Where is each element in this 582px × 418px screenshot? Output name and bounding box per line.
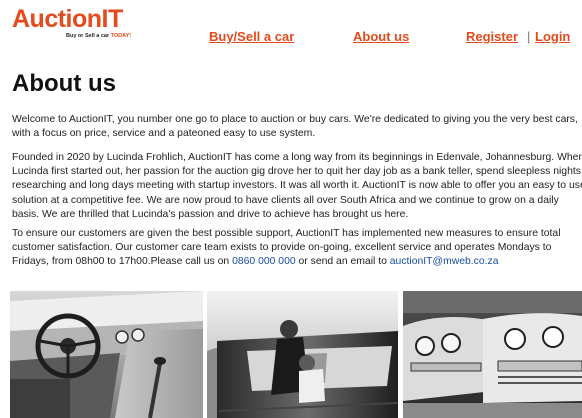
support-line-2: customer satisfaction. Our customer care… (12, 242, 552, 254)
nav-about-link[interactable]: About us (353, 29, 409, 44)
support-line-3: Fridays, from 08h00 to 17h00.Please call… (12, 255, 561, 269)
nav-separator: | (527, 29, 531, 44)
support-paragraph: To ensure our customers are given the be… (12, 227, 561, 270)
logo-text: AuctionIT (12, 5, 123, 33)
vintage-cars-photo (403, 291, 582, 418)
intro-paragraph: Welcome to AuctionIT, you number one go … (12, 113, 578, 141)
site-logo[interactable]: AuctionIT Buy or Sell a car TODAY! (12, 6, 142, 44)
founded-line-2: Lucinda first started out, her passion f… (12, 166, 581, 178)
couple-car-photo (207, 291, 398, 418)
car-interior-photo (10, 291, 203, 418)
nav-register-link[interactable]: Register (466, 29, 518, 44)
logo-tagline: Buy or Sell a car TODAY! (66, 33, 131, 39)
support-line-1: To ensure our customers are given the be… (12, 228, 561, 239)
support-line-3-middle: or send an email to (295, 256, 390, 268)
intro-line-1: Welcome to AuctionIT, you number one go … (12, 114, 578, 125)
founded-line-5: basis. We are thrilled that Lucinda's pa… (12, 208, 409, 220)
nav-buy-sell-link[interactable]: Buy/Sell a car (209, 29, 294, 44)
support-line-3-text: Fridays, from 08h00 to 17h00.Please call… (12, 256, 233, 268)
founded-paragraph: Founded in 2020 by Lucinda Frohlich, Auc… (12, 151, 582, 222)
phone-link[interactable]: 0860 000 000 (232, 256, 296, 267)
page-title: About us (12, 70, 116, 97)
logo-tagline-text: Buy or Sell a car (66, 33, 110, 39)
email-link[interactable]: auctionIT@mweb.co.za (390, 256, 499, 267)
intro-line-2: with a focus on price, service and a pat… (12, 128, 316, 140)
nav-login-link[interactable]: Login (535, 29, 570, 44)
founded-line-3: researching and long days meeting with s… (12, 180, 582, 192)
founded-line-1: Founded in 2020 by Lucinda Frohlich, Auc… (12, 152, 582, 163)
logo-tagline-highlight: TODAY! (110, 33, 132, 39)
founded-line-4: solution at a competitive fee. We are no… (12, 194, 559, 206)
